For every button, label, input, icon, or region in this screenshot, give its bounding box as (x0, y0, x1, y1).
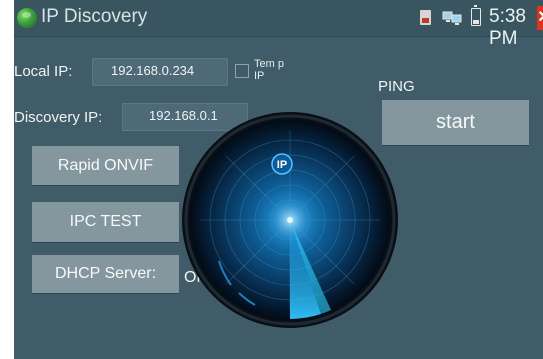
globe-icon (17, 8, 37, 28)
rapid-onvif-button[interactable]: Rapid ONVIF (32, 146, 179, 185)
ip-badge-icon: IP (271, 153, 293, 175)
network-computers-icon (442, 11, 462, 25)
discovery-ip-label: Discovery IP: (14, 109, 103, 126)
title-bar: IP Discovery 5:38 PM ✕ (14, 0, 543, 49)
temp-ip-checkbox[interactable] (235, 64, 249, 78)
ip-badge-text: IP (277, 159, 287, 171)
sd-card-icon (420, 10, 431, 25)
app-title: IP Discovery (41, 6, 148, 27)
close-button[interactable]: ✕ (537, 6, 543, 30)
start-button[interactable]: start (382, 100, 529, 145)
ipc-test-button[interactable]: IPC TEST (32, 202, 179, 242)
dhcp-server-button[interactable]: DHCP Server: (32, 255, 179, 293)
local-ip-label: Local IP: (14, 63, 73, 80)
clock: 5:38 PM (489, 6, 526, 49)
ping-label: PING (378, 78, 415, 95)
battery-icon (471, 5, 481, 26)
local-ip-field[interactable]: 192.168.0.234 (92, 58, 228, 86)
radar-scanner (182, 112, 398, 328)
temp-ip-label: Tem p IP (254, 58, 284, 82)
device-screen: IP Discovery 5:38 PM ✕ Local IP: 192.168… (14, 0, 543, 359)
